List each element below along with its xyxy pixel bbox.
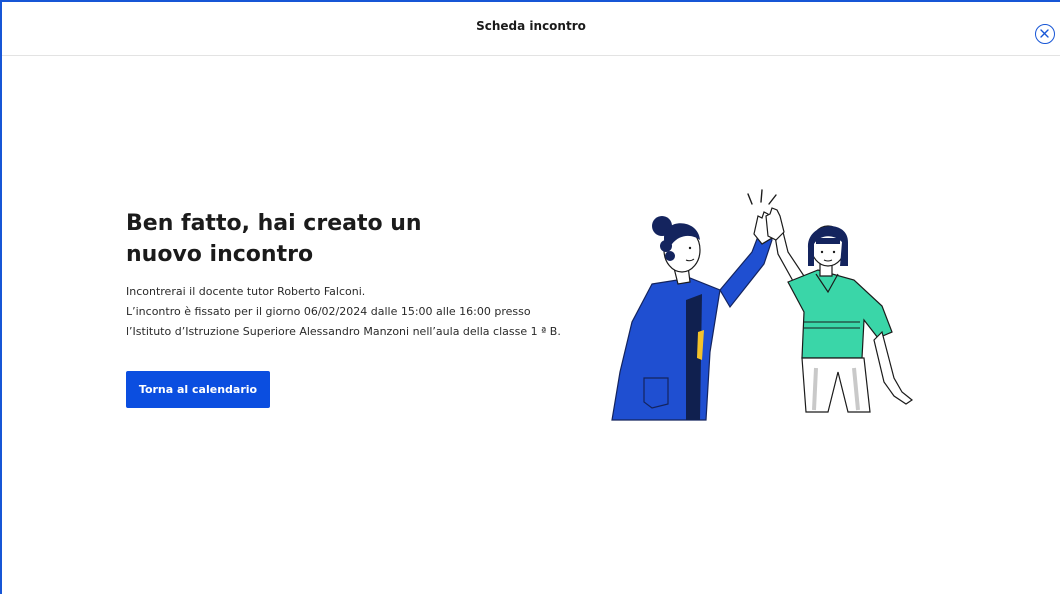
modal-frame: Scheda incontro Ben fatto, hai creato un… <box>0 0 1060 594</box>
modal-header: Scheda incontro <box>2 2 1060 56</box>
confirmation-description: Incontrerai il docente tutor Roberto Fal… <box>126 282 566 342</box>
close-button[interactable] <box>1035 24 1055 44</box>
description-line: Incontrerai il docente tutor Roberto Fal… <box>126 285 366 298</box>
confirmation-content: Ben fatto, hai creato un nuovo incontro … <box>126 208 566 408</box>
modal-title: Scheda incontro <box>476 19 586 33</box>
close-icon <box>1040 29 1049 38</box>
confirmation-title: Ben fatto, hai creato un nuovo incontro <box>126 211 422 267</box>
description-line: L’incontro è fissato per il giorno 06/02… <box>126 305 531 318</box>
back-to-calendar-button[interactable]: Torna al calendario <box>126 371 270 408</box>
description-line: l’Istituto d’Istruzione Superiore Alessa… <box>126 325 561 338</box>
high-five-illustration <box>611 189 914 421</box>
